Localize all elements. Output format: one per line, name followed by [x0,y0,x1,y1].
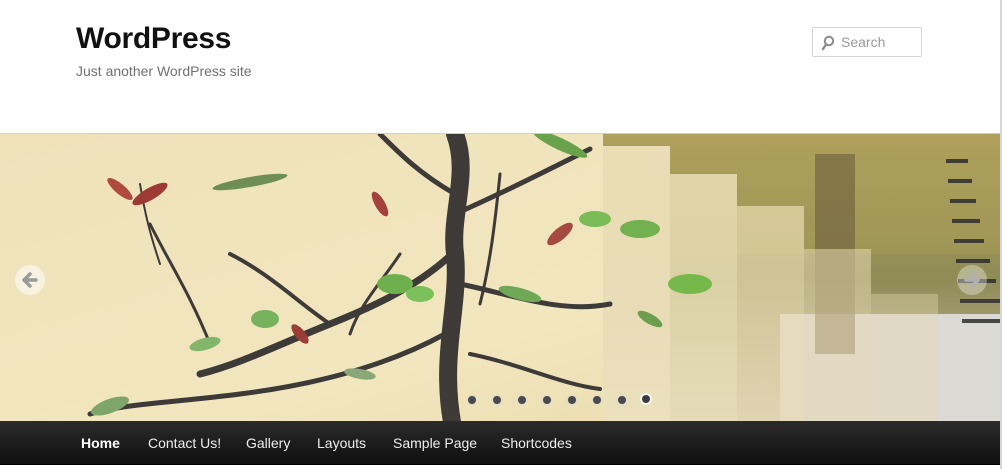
image-slider[interactable] [0,133,1000,422]
search-box[interactable] [812,27,922,57]
magnifier-icon [821,35,835,51]
nav-item-shortcodes[interactable]: Shortcodes [501,435,572,451]
nav-item-home[interactable]: Home [81,435,120,451]
slider-dot-active[interactable] [640,393,652,405]
site-title[interactable]: WordPress [76,22,231,56]
slider-dot[interactable] [492,395,502,405]
nav-item-contact-us[interactable]: Contact Us! [148,435,221,451]
site-description: Just another WordPress site [76,63,252,79]
slider-dot[interactable] [567,395,577,405]
main-navigation: Home Contact Us! Gallery Layouts Sample … [0,421,1000,465]
slider-dot[interactable] [542,395,552,405]
nav-item-sample-page[interactable]: Sample Page [393,435,477,451]
slide-image [0,134,1000,422]
slider-dot[interactable] [592,395,602,405]
nav-item-layouts[interactable]: Layouts [317,435,366,451]
slider-prev-arrow-icon[interactable] [14,264,46,296]
page-bottom [0,465,1000,469]
slider-dot[interactable] [517,395,527,405]
nav-item-gallery[interactable]: Gallery [246,435,290,451]
slider-next-arrow-icon[interactable] [956,264,988,296]
search-input[interactable] [841,32,919,52]
slider-dot[interactable] [467,395,477,405]
slider-dot[interactable] [617,395,627,405]
